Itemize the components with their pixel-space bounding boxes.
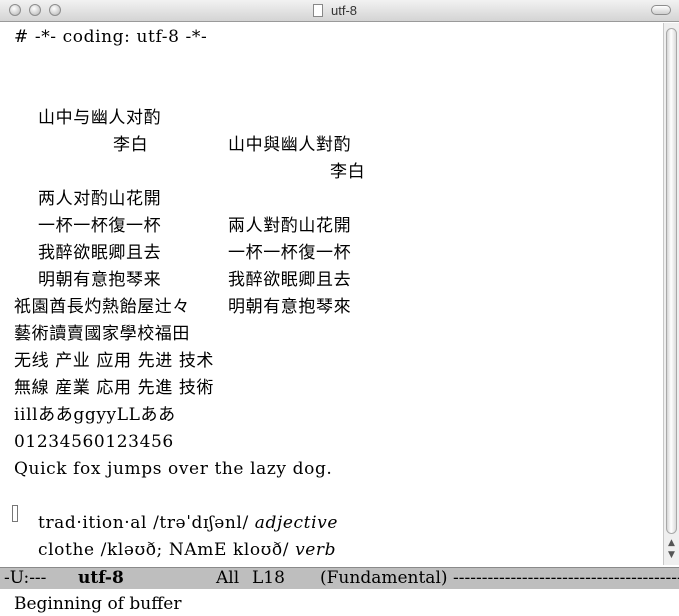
verse2-traditional: 一杯一杯復一杯 — [228, 243, 352, 263]
document-icon — [313, 4, 323, 17]
zoom-window-button[interactable] — [49, 4, 61, 16]
author-traditional: 李白 — [330, 162, 366, 182]
verse1-traditional: 兩人對酌山花開 — [228, 216, 352, 236]
editor-buffer[interactable]: # -*- coding: utf-8 -*- 山中与幽人对酌 山中與幽人對酌 … — [0, 23, 663, 565]
modeline-line-number: L18 — [252, 568, 285, 588]
poem-title-traditional: 山中與幽人對酌 — [228, 135, 352, 155]
dictionary-line-1: trad·ition·al /trəˈdɪʃənl/ adjective — [14, 483, 338, 533]
poem-title-simplified: 山中与幽人对酌 — [38, 108, 162, 128]
tech-japanese-line: 無線 産業 応用 先進 技術 — [14, 378, 215, 398]
modeline-major-mode: (Fundamental) — [320, 568, 448, 588]
toolbar-toggle-button[interactable] — [651, 5, 671, 15]
kanji-line-1: 祇園酋長灼熱飴屋辻々 — [14, 297, 190, 317]
poem-title-row: 山中与幽人对酌 山中與幽人對酌 — [14, 78, 351, 155]
verse-row: 两人对酌山花開 兩人對酌山花開 — [14, 159, 351, 236]
tech-simplified-line: 无线 产业 应用 先进 技术 — [14, 351, 215, 371]
modeline-fill: ----------------------------------------… — [453, 568, 679, 588]
dict2-part-of-speech: verb — [295, 540, 337, 560]
author-simplified: 李白 — [113, 135, 149, 155]
modeline-position: All — [216, 568, 240, 588]
verse4-traditional: 明朝有意抱琴來 — [228, 297, 352, 317]
text-cursor — [12, 505, 18, 522]
verse3-traditional: 我醉欲眠卿且去 — [228, 270, 352, 290]
verse-row: 明朝有意抱琴来 明朝有意抱琴來 — [14, 240, 351, 317]
dictionary-line-2: clothe /kləʊð; NAmE kloʊð/ verb — [14, 510, 336, 560]
title-bar: utf-8 — [0, 0, 679, 22]
author-row: 李白 李白 — [14, 105, 365, 182]
scrollbar-thumb[interactable] — [666, 28, 677, 534]
minibuffer-message: Beginning of buffer — [14, 594, 182, 614]
minimize-window-button[interactable] — [29, 4, 41, 16]
modeline-status: -U:--- — [4, 568, 47, 588]
mode-line: -U:--- utf-8 All L18 (Fundamental) -----… — [0, 567, 679, 589]
scroll-down-arrow-icon[interactable]: ▼ — [668, 551, 675, 560]
verse-row: 一杯一杯復一杯 一杯一杯復一杯 — [14, 186, 351, 263]
digits-line: 01234560123456 — [14, 432, 174, 452]
mixed-glyphs-line: iillああggyyLLああ — [14, 405, 176, 425]
verse4-simplified: 明朝有意抱琴来 — [38, 270, 162, 290]
vertical-scrollbar[interactable]: ▲ ▼ — [663, 23, 679, 565]
verse-row: 我醉欲眠卿且去 我醉欲眠卿且去 — [14, 213, 351, 290]
scroll-up-arrow-icon[interactable]: ▲ — [668, 539, 675, 548]
modeline-buffer-name: utf-8 — [78, 568, 124, 588]
pangram-line: Quick fox jumps over the lazy dog. — [14, 459, 333, 479]
dict2-headword: clothe /kləʊð; NAmE kloʊð/ — [38, 540, 296, 560]
close-window-button[interactable] — [9, 4, 21, 16]
kanji-line-2: 藝術讀賣國家學校福田 — [14, 324, 190, 344]
window-title: utf-8 — [331, 3, 358, 18]
coding-line: # -*- coding: utf-8 -*- — [14, 27, 208, 47]
